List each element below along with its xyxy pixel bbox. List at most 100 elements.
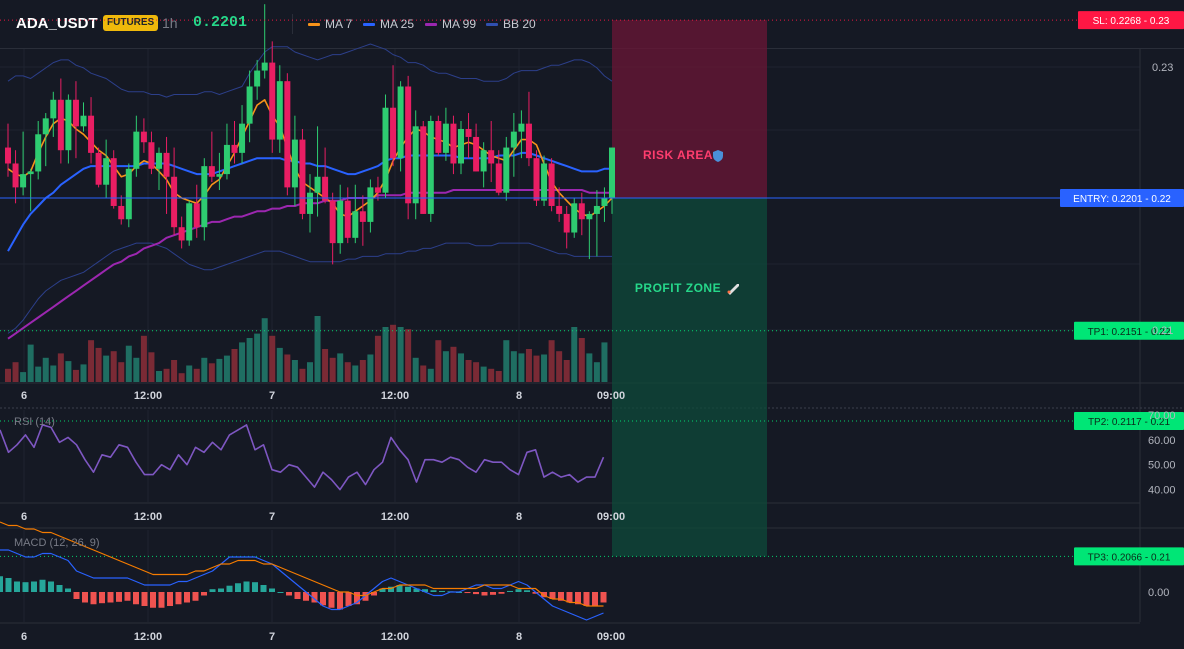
- macd-histogram-bar: [22, 582, 29, 592]
- volume-bar: [329, 357, 336, 382]
- volume-bar: [473, 362, 480, 382]
- candle-body: [367, 187, 374, 222]
- candle-body: [186, 203, 193, 241]
- candle-body: [118, 205, 125, 220]
- volume-bar: [254, 333, 261, 382]
- volume-bar: [495, 371, 502, 382]
- macd-histogram-bar: [583, 592, 590, 606]
- candle-body: [246, 86, 253, 124]
- rsi-time-tick: 12:00: [134, 511, 162, 523]
- candle-body: [458, 128, 464, 164]
- candle-body: [609, 147, 615, 198]
- volume-bar: [65, 361, 72, 382]
- candle-body: [382, 107, 389, 193]
- macd-histogram-bar: [252, 582, 258, 592]
- volume-bar: [133, 357, 140, 382]
- rsi-time-tick: 09:00: [597, 511, 625, 523]
- rsi-tick: 60.00: [1148, 435, 1176, 447]
- candle-body: [50, 99, 57, 119]
- volume-bar: [412, 357, 419, 382]
- macd-histogram-bar: [31, 581, 37, 592]
- macd-histogram-bar: [133, 592, 139, 605]
- candle-body: [269, 62, 276, 140]
- volume-bar: [246, 338, 253, 382]
- volume-bar: [337, 353, 344, 382]
- candle-body: [57, 99, 64, 151]
- chart-canvas[interactable]: RISK AREA PROFIT ZONE SL: 0.2268 - 0.23 ENT…: [0, 0, 1184, 649]
- macd-title: MACD (12, 26, 9): [14, 537, 100, 549]
- candle-body: [374, 187, 381, 193]
- volume-bar: [57, 353, 64, 382]
- macd-histogram-bar: [464, 592, 471, 594]
- macd-histogram-bar: [481, 592, 488, 596]
- macd-histogram-bar: [167, 592, 173, 606]
- macd-time-tick: 12:00: [381, 631, 409, 643]
- candle-body: [465, 128, 472, 137]
- risk-zone-label: RISK AREA: [643, 148, 713, 162]
- candle-body: [571, 203, 578, 233]
- candle-body: [359, 211, 366, 222]
- candle-body: [156, 152, 162, 169]
- volume-bar: [458, 353, 464, 382]
- candle-body: [42, 118, 49, 135]
- macd-histogram-bar: [82, 592, 88, 603]
- candle-body: [148, 142, 155, 169]
- volume-bar: [450, 346, 457, 382]
- volume-bar: [103, 355, 110, 382]
- rsi-time-tick: 7: [269, 511, 275, 523]
- candle-body: [352, 211, 359, 238]
- macd-histogram-bar: [0, 576, 3, 592]
- macd-histogram-bar: [65, 588, 71, 592]
- volume-bar: [261, 318, 268, 382]
- macd-histogram-bar: [430, 590, 437, 592]
- volume-bar: [5, 368, 11, 382]
- candle-body: [518, 123, 525, 132]
- rsi-time-tick: 8: [516, 511, 522, 523]
- volume-bar: [80, 364, 87, 382]
- macd-histogram-bar: [73, 592, 80, 599]
- macd-time-tick: 12:00: [134, 631, 162, 643]
- candle-body: [344, 200, 351, 238]
- macd-histogram-bar: [184, 592, 190, 603]
- macd-histogram-bar: [600, 592, 607, 603]
- candle-body: [480, 150, 487, 172]
- macd-histogram-bar: [48, 581, 54, 592]
- candle-body: [397, 86, 404, 159]
- volume-bar: [601, 342, 608, 382]
- candle-body: [163, 152, 170, 177]
- volume-bar: [291, 360, 298, 382]
- candle-body: [525, 123, 532, 159]
- volume-bar: [352, 365, 359, 382]
- volume-bar: [216, 358, 223, 382]
- volume-bar: [548, 340, 555, 382]
- volume-bar: [510, 351, 517, 382]
- volume-bar: [12, 362, 19, 382]
- macd-histogram-bar: [566, 592, 573, 603]
- volume-bar: [344, 362, 351, 382]
- macd-histogram-bar: [439, 590, 445, 592]
- macd-histogram-bar: [277, 592, 284, 593]
- macd-histogram-bar: [124, 592, 131, 601]
- volume-bar: [571, 327, 578, 382]
- candle-body: [103, 158, 110, 185]
- candle-body: [578, 203, 585, 220]
- volume-bar: [307, 362, 313, 382]
- volume-bar: [322, 349, 329, 382]
- volume-bar: [359, 360, 366, 382]
- candle-body: [586, 213, 593, 220]
- macd-time-tick: 8: [516, 631, 522, 643]
- rsi-time-tick: 12:00: [381, 511, 409, 523]
- volume-bar: [593, 362, 600, 382]
- macd-histogram-bar: [320, 592, 326, 606]
- volume-bar: [586, 353, 593, 382]
- macd-time-tick: 09:00: [597, 631, 625, 643]
- volume-bar: [27, 344, 34, 382]
- main-time-tick: 7: [269, 390, 275, 402]
- volume-bar: [488, 368, 495, 382]
- volume-bar: [563, 360, 570, 382]
- macd-histogram-bar: [490, 592, 496, 595]
- macd-histogram-bar: [226, 585, 233, 592]
- candle-body: [276, 81, 283, 140]
- macd-histogram-bar: [175, 592, 182, 605]
- candle-body: [110, 158, 117, 206]
